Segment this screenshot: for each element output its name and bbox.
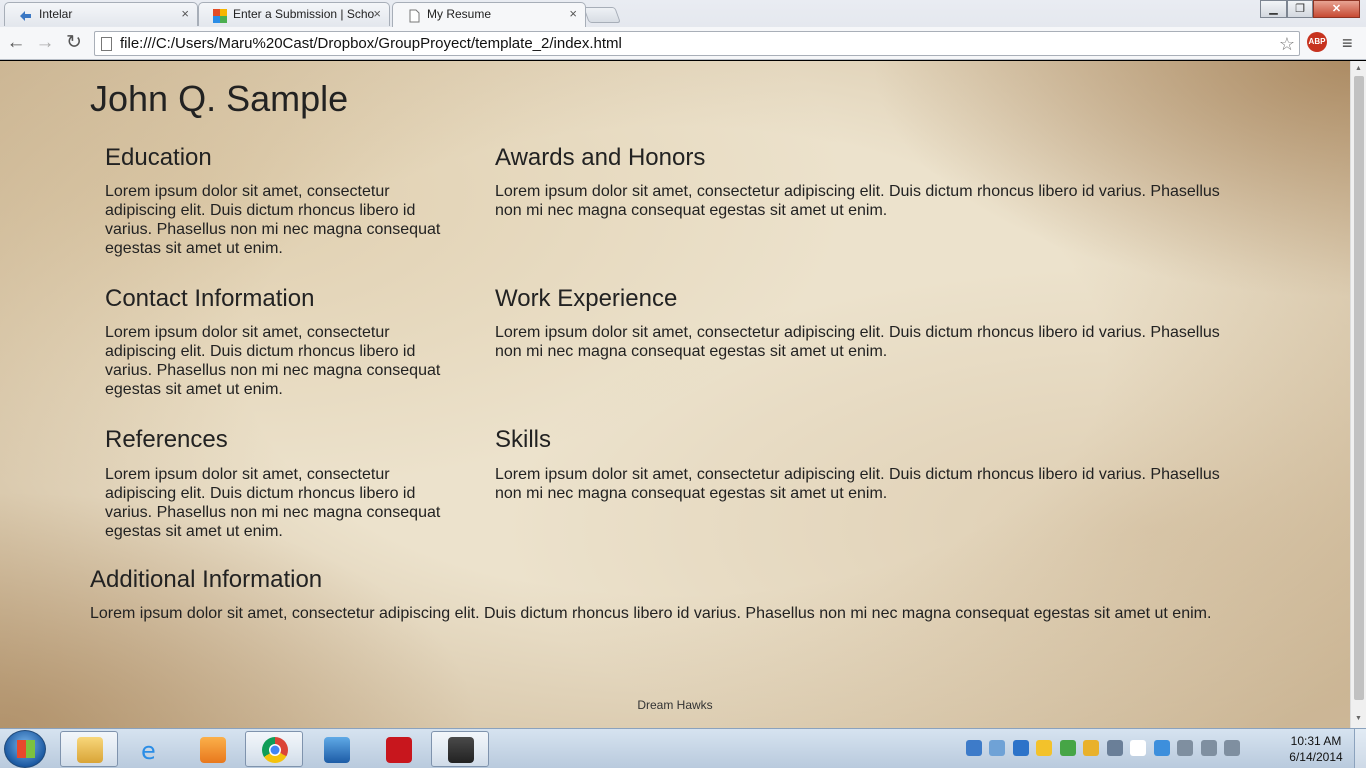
close-icon[interactable]: × [181,3,189,25]
tab-strip: Intelar × Enter a Submission | Scho × My… [0,0,1366,27]
tab-submission[interactable]: Enter a Submission | Scho × [198,2,390,26]
section-title: Work Experience [495,284,678,312]
section-additional: Additional Information Lorem ipsum dolor… [90,565,1250,623]
url-text: file:///C:/Users/Maru%20Cast/Dropbox/Gro… [120,35,622,52]
warning-icon[interactable] [1083,740,1100,756]
resume-row: Contact Information Lorem ipsum dolor si… [105,284,1250,399]
forward-arrow-icon[interactable]: → [34,32,56,54]
chrome-tray-icon[interactable] [1036,740,1053,756]
system-tray [966,735,1286,763]
section-title: Education [105,143,212,171]
media-player-icon [200,737,226,763]
section-title: Additional Information [90,565,323,593]
taskbar-app-l[interactable] [369,731,427,767]
back-arrow-icon[interactable]: ← [5,32,27,54]
wifi-signal-icon[interactable] [1200,740,1217,756]
reload-icon[interactable]: ↻ [63,32,85,54]
start-button[interactable] [4,730,46,768]
taskbar-app-a[interactable] [307,731,365,767]
svg-text:e: e [141,737,156,763]
resume: John Q. Sample Education Lorem ipsum dol… [90,79,1250,623]
close-icon[interactable]: × [373,3,381,25]
section-text: Lorem ipsum dolor sit amet, consectetur … [495,182,1220,219]
display-icon[interactable] [1106,740,1123,756]
page-icon [101,37,112,51]
clock[interactable]: 10:31 AM 6/14/2014 [1286,733,1346,765]
section-title: Awards and Honors [495,143,706,171]
tab-my-resume[interactable]: My Resume × [392,2,586,27]
action-center-flag-icon[interactable] [1130,740,1147,756]
app-l-icon [386,737,412,763]
section-text: Lorem ipsum dolor sit amet, consectetur … [90,605,1212,623]
footer-text: Dream Hawks [637,698,713,712]
page-icon [407,8,421,23]
window-close-button[interactable]: ✕ [1313,0,1360,18]
browser-chrome: Intelar × Enter a Submission | Scho × My… [0,0,1366,60]
taskbar-sublime-text[interactable] [431,731,489,767]
section-text: Lorem ipsum dolor sit amet, consectetur … [495,465,1220,502]
tab-title: Enter a Submission | Scho [233,7,375,21]
tab-title: My Resume [427,7,492,21]
chrome-icon [262,737,288,763]
resume-name: John Q. Sample [90,78,349,119]
section-education: Education Lorem ipsum dolor sit amet, co… [105,143,495,258]
section-title: Contact Information [105,284,315,312]
maximize-button[interactable]: ❐ [1287,0,1313,18]
close-icon[interactable]: × [569,3,577,25]
show-desktop-button[interactable] [1354,729,1366,768]
sublime-text-icon [448,737,474,763]
battery-icon[interactable] [1177,740,1194,756]
intelar-icon [19,8,33,22]
resume-row: Education Lorem ipsum dolor sit amet, co… [105,143,1250,258]
volume-icon[interactable] [1223,740,1240,756]
adblock-icon[interactable]: ABP [1307,32,1327,52]
taskbar-file-explorer[interactable] [60,731,118,767]
taskbar-internet-explorer[interactable]: e [122,731,180,767]
puzzle-icon [213,8,227,23]
section-title: References [105,426,228,454]
device-icon[interactable] [1153,740,1170,756]
minimize-button[interactable]: ▁ [1260,0,1287,18]
app-a-icon [324,737,350,763]
section-text: Lorem ipsum dolor sit amet, consectetur … [105,324,441,399]
browser-toolbar: ← → ↻ file:///C:/Users/Maru%20Cast/Dropb… [0,27,1366,60]
clock-time: 10:31 AM [1290,734,1342,748]
section-awards: Awards and Honors Lorem ipsum dolor sit … [495,143,1235,258]
section-references: References Lorem ipsum dolor sit amet, c… [105,426,495,540]
arrow-tray-icon[interactable] [1059,740,1076,756]
tab-title: Intelar [39,7,73,21]
page-viewport: John Q. Sample Education Lorem ipsum dol… [0,61,1350,728]
file-explorer-icon [77,737,103,763]
dropbox-icon[interactable] [966,740,982,756]
section-work: Work Experience Lorem ipsum dolor sit am… [495,284,1235,399]
taskbar-chrome[interactable] [245,731,303,767]
section-contact: Contact Information Lorem ipsum dolor si… [105,284,495,399]
menu-icon[interactable]: ≡ [1342,32,1353,54]
section-text: Lorem ipsum dolor sit amet, consectetur … [105,465,441,540]
scroll-up-icon[interactable]: ▲ [1355,65,1362,72]
section-text: Lorem ipsum dolor sit amet, consectetur … [105,182,441,257]
scroll-down-icon[interactable]: ▼ [1355,715,1362,722]
section-skills: Skills Lorem ipsum dolor sit amet, conse… [495,426,1235,540]
clock-date: 6/14/2014 [1289,750,1343,764]
section-text: Lorem ipsum dolor sit amet, consectetur … [495,324,1220,361]
taskbar: e 10:31 AM 6/14/2014 [0,728,1366,768]
new-tab-button[interactable] [583,7,621,23]
internet-explorer-icon: e [139,737,165,765]
network-app-icon[interactable] [989,740,1006,756]
windows-logo-icon [17,740,35,758]
section-title: Skills [495,426,552,454]
address-bar[interactable]: file:///C:/Users/Maru%20Cast/Dropbox/Gro… [94,31,1300,56]
star-icon[interactable]: ☆ [1279,33,1295,55]
taskbar-media-player[interactable] [183,731,241,767]
tab-intelar[interactable]: Intelar × [4,2,198,26]
cloud-icon[interactable] [1012,740,1029,756]
scrollbar-thumb[interactable] [1354,76,1364,700]
resume-row: References Lorem ipsum dolor sit amet, c… [105,426,1250,540]
vertical-scrollbar[interactable]: ▲ ▼ [1350,61,1366,728]
